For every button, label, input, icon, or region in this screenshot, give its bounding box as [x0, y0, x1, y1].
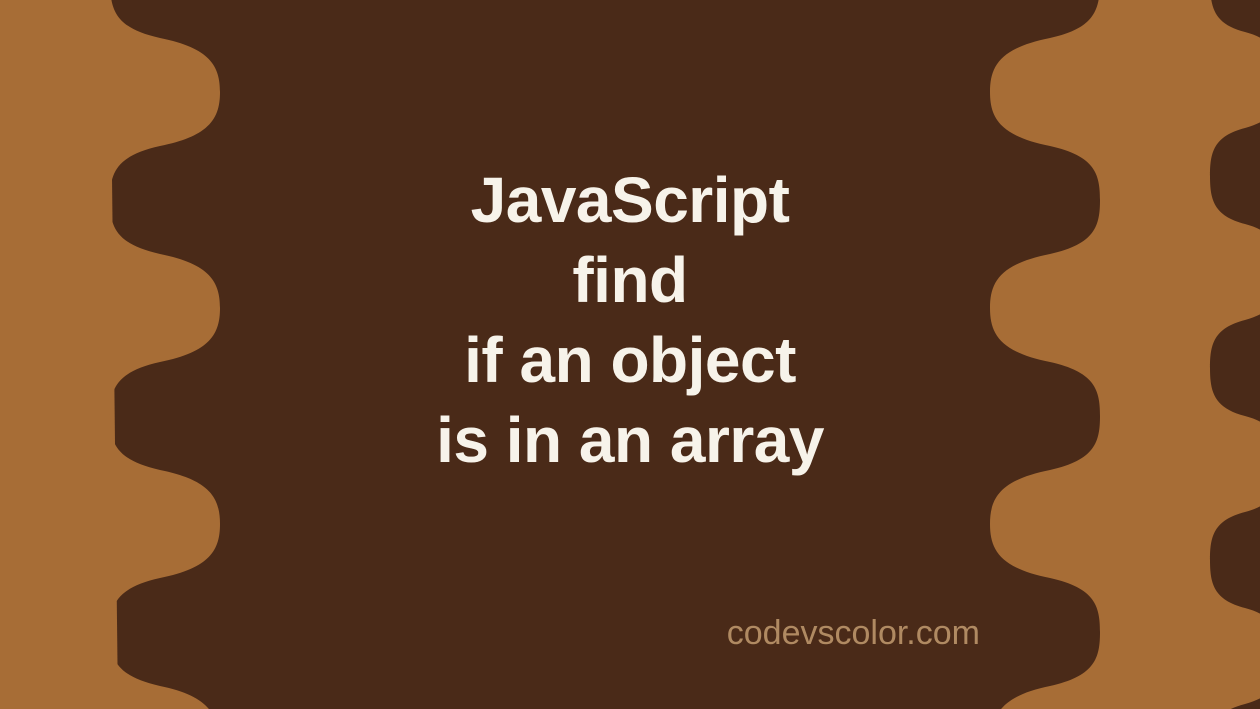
title-line-3: if an object — [0, 320, 1260, 400]
watermark-text: codevscolor.com — [727, 614, 980, 653]
title-line-1: JavaScript — [0, 160, 1260, 240]
title-line-4: is in an array — [0, 400, 1260, 480]
title-block: JavaScript find if an object is in an ar… — [0, 160, 1260, 480]
title-line-2: find — [0, 240, 1260, 320]
